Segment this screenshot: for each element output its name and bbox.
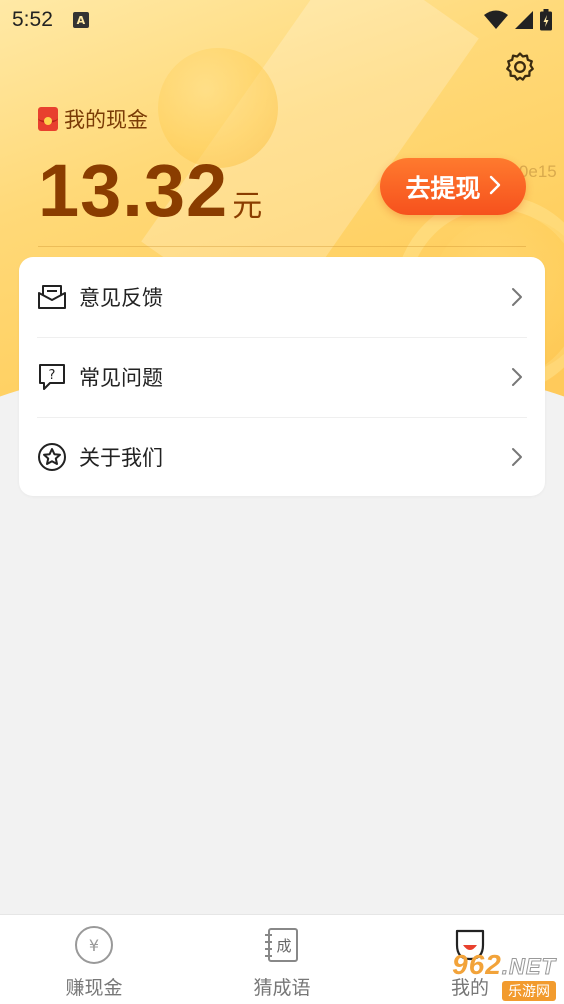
nav-item-label: 赚现金 bbox=[65, 977, 123, 999]
cash-amount-unit: 元 bbox=[232, 189, 263, 224]
nav-item-label: 猜成语 bbox=[253, 977, 311, 999]
divider bbox=[38, 246, 526, 247]
svg-text:¥: ¥ bbox=[89, 936, 99, 955]
withdraw-button[interactable]: 去提现 bbox=[380, 158, 526, 215]
question-bubble-icon: ? bbox=[37, 362, 67, 392]
menu-item-label: 意见反馈 bbox=[79, 286, 163, 310]
chevron-right-icon bbox=[511, 287, 523, 307]
menu-item-label: 关于我们 bbox=[79, 446, 163, 470]
site-watermark-logo: 962.NET 乐游网 bbox=[424, 950, 564, 1002]
cash-label-text: 我的现金 bbox=[64, 108, 148, 132]
nav-item-guess-idiom[interactable]: 成 猜成语 bbox=[188, 915, 376, 1004]
status-time: 5:52 bbox=[12, 8, 53, 31]
cash-amount-value: 13.32 bbox=[38, 149, 229, 232]
battery-icon bbox=[540, 9, 552, 31]
gear-icon bbox=[506, 52, 534, 81]
status-bar: 5:52 A bbox=[0, 0, 564, 40]
cash-amount: 13.32 元 bbox=[38, 148, 262, 233]
wifi-icon bbox=[484, 10, 508, 29]
menu-item-faq[interactable]: ? 常见问题 bbox=[19, 337, 545, 417]
chevron-right-icon bbox=[511, 367, 523, 387]
withdraw-button-label: 去提现 bbox=[405, 173, 481, 203]
svg-text:成: 成 bbox=[276, 937, 291, 955]
notification-icon: A bbox=[72, 12, 89, 28]
signal-icon bbox=[515, 11, 533, 29]
watermark-subtitle: 乐游网 bbox=[502, 981, 556, 1001]
svg-text:?: ? bbox=[49, 368, 56, 383]
star-circle-icon bbox=[37, 442, 67, 472]
menu-item-label: 常见问题 bbox=[79, 366, 163, 390]
cash-label: 我的现金 bbox=[38, 104, 148, 134]
watermark-suffix: .NET bbox=[501, 954, 556, 979]
chevron-right-icon bbox=[489, 173, 501, 201]
mail-feedback-icon bbox=[37, 282, 67, 312]
menu-item-feedback[interactable]: 意见反馈 bbox=[19, 257, 545, 337]
menu-card: 意见反馈 ? 常见问题 关于我们 bbox=[19, 257, 545, 496]
watermark-brand: 962 bbox=[452, 949, 502, 980]
nav-item-earn-cash[interactable]: ¥ 赚现金 bbox=[0, 915, 188, 1004]
settings-button[interactable] bbox=[500, 47, 540, 87]
red-packet-icon bbox=[38, 107, 58, 131]
idiom-book-icon: 成 bbox=[260, 923, 304, 967]
menu-item-about[interactable]: 关于我们 bbox=[19, 417, 545, 497]
chevron-right-icon bbox=[511, 447, 523, 467]
yen-coin-icon: ¥ bbox=[72, 923, 116, 967]
